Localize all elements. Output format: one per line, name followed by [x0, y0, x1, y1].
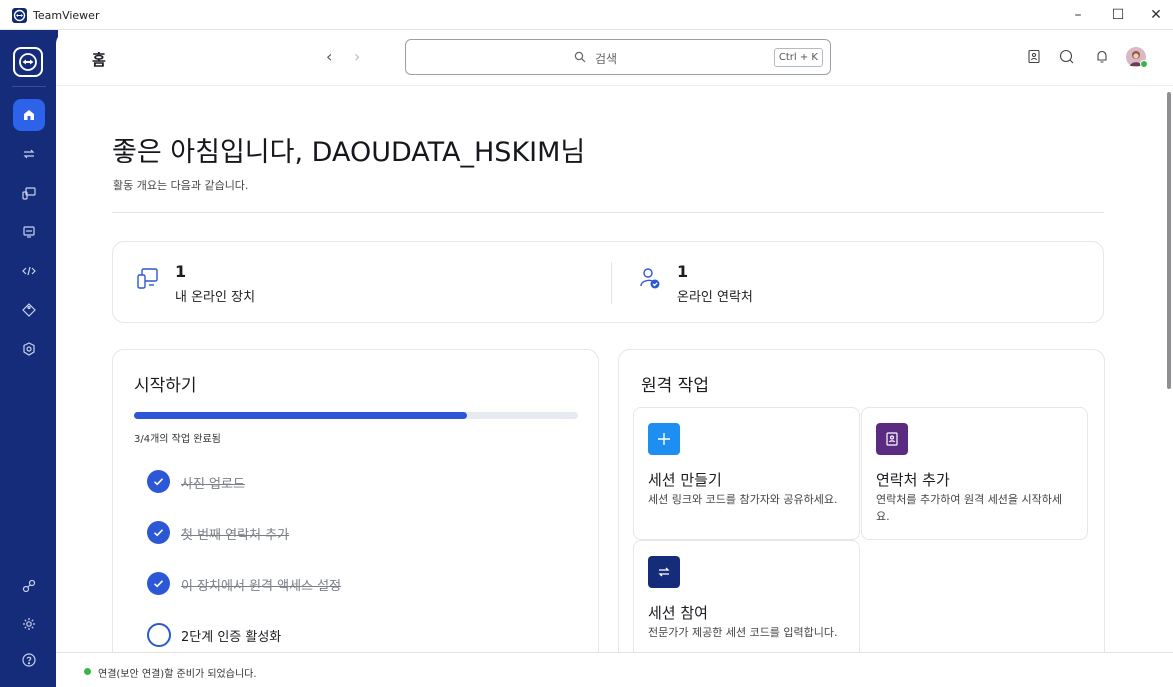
sidebar-item-integrations[interactable]	[13, 570, 45, 602]
sidebar-item-monitoring[interactable]	[13, 333, 45, 365]
status-bar: 연결(보안 연결)할 준비가 되었습니다.	[56, 652, 1173, 687]
sidebar-item-remote-management[interactable]	[13, 216, 45, 248]
teamviewer-logo-icon	[12, 8, 27, 23]
forward-button[interactable]: ›	[354, 47, 360, 66]
devices-icon	[22, 187, 36, 200]
online-devices-count: 1	[175, 262, 187, 281]
tile-description: 세션 링크와 코드를 참가자와 공유하세요.	[648, 493, 838, 506]
arrows-exchange-icon	[23, 149, 35, 159]
contact-book-icon	[876, 423, 908, 455]
search-input[interactable]: 검색 Ctrl + K	[405, 39, 831, 75]
check-circle-icon	[147, 521, 170, 544]
sidebar-divider	[12, 86, 46, 87]
device-icon	[137, 268, 158, 289]
back-button[interactable]: ‹	[326, 47, 332, 66]
status-text: 연결(보안 연결)할 준비가 되었습니다.	[98, 669, 257, 680]
tile-title: 세션 만들기	[648, 471, 722, 489]
header-divider	[56, 85, 1173, 86]
search-placeholder: 검색	[595, 52, 618, 66]
remote-work-title: 원격 작업	[641, 376, 709, 396]
apps-icon	[22, 579, 36, 593]
scrollbar[interactable]	[1167, 92, 1171, 389]
sidebar	[0, 30, 58, 687]
tile-description: 연락처를 추가하여 원격 세션을 시작하세요.	[876, 493, 1063, 523]
shield-eye-icon	[23, 342, 35, 356]
empty-circle-icon	[147, 623, 171, 647]
home-icon	[24, 110, 34, 120]
tile-title: 세션 참여	[648, 604, 708, 622]
search-icon	[574, 51, 586, 63]
sidebar-item-connect[interactable]	[13, 138, 45, 170]
window-title: TeamViewer	[33, 9, 100, 22]
check-circle-icon	[147, 470, 170, 493]
greeting-title: 좋은 아침입니다, DAOUDATA_HSKIM님	[112, 137, 586, 168]
sidebar-item-developer[interactable]	[13, 255, 45, 287]
task-label: 사진 업로드	[181, 477, 245, 492]
close-button[interactable]: ✕	[1139, 4, 1173, 26]
stats-card: 1 내 온라인 장치 1 온라인 연락처	[112, 241, 1104, 323]
progress-bar-fill	[134, 412, 467, 419]
tile-description: 전문가가 제공한 세션 코드를 입력합니다.	[648, 626, 838, 639]
tile-title: 연락처 추가	[876, 471, 950, 489]
add-contact-tile[interactable]: 연락처 추가 연락처를 추가하여 원격 세션을 시작하세요.	[861, 407, 1088, 540]
section-divider	[112, 212, 1104, 213]
task-label: 이 장치에서 원격 액세스 설정	[181, 579, 342, 594]
teamviewer-logo-icon[interactable]	[13, 47, 43, 77]
remote-screen-icon	[23, 226, 35, 238]
sidebar-item-tags[interactable]	[13, 294, 45, 326]
sidebar-item-settings[interactable]	[13, 608, 45, 640]
avatar[interactable]	[1126, 47, 1148, 68]
contact-check-icon	[640, 268, 660, 289]
progress-bar	[134, 412, 578, 419]
sidebar-item-home[interactable]	[13, 99, 45, 131]
code-icon	[22, 266, 36, 276]
bell-icon[interactable]	[1095, 49, 1109, 64]
search-shortcut-badge: Ctrl + K	[773, 48, 823, 67]
gear-icon	[23, 618, 35, 630]
title-bar: TeamViewer – ☐ ✕	[0, 0, 1173, 30]
progress-label: 3/4개의 작업 완료됨	[134, 434, 221, 445]
task-label: 첫 번째 연락처 추가	[181, 528, 290, 543]
status-dot	[84, 668, 91, 675]
create-session-tile[interactable]: 세션 만들기 세션 링크와 코드를 참가자와 공유하세요.	[633, 407, 860, 540]
minimize-button[interactable]: –	[1061, 4, 1095, 26]
stats-divider	[611, 262, 612, 304]
task-label: 2단계 인증 활성화	[181, 630, 282, 645]
check-circle-icon	[147, 572, 170, 595]
chat-icon[interactable]	[1059, 49, 1075, 65]
help-icon	[22, 653, 36, 667]
sidebar-item-devices[interactable]	[13, 177, 45, 209]
online-contacts-count: 1	[677, 262, 689, 281]
online-contacts-label[interactable]: 온라인 연락처	[677, 286, 753, 305]
main-content: 홈 ‹ › 검색 Ctrl + K 좋은 아침입니다, DAOUDATA_HSK…	[56, 30, 1173, 687]
greeting-subtitle: 활동 개요는 다음과 같습니다.	[113, 179, 249, 192]
plus-icon	[648, 423, 680, 455]
getting-started-title: 시작하기	[134, 376, 197, 396]
tag-icon	[22, 303, 36, 317]
remote-work-card: 원격 작업 세션 만들기 세션 링크와 코드를 참가자와 공유하세요. 연락처 …	[618, 349, 1105, 687]
online-devices-label[interactable]: 내 온라인 장치	[175, 286, 255, 305]
page-title: 홈	[92, 51, 106, 69]
maximize-button[interactable]: ☐	[1101, 4, 1135, 26]
getting-started-card: 시작하기 3/4개의 작업 완료됨 사진 업로드 첫 번째 연락처 추가 이 장…	[112, 349, 599, 687]
sidebar-item-help[interactable]	[13, 644, 45, 676]
contact-book-icon[interactable]	[1027, 49, 1041, 64]
arrows-exchange-icon	[648, 556, 680, 588]
online-status-dot	[1140, 60, 1148, 68]
